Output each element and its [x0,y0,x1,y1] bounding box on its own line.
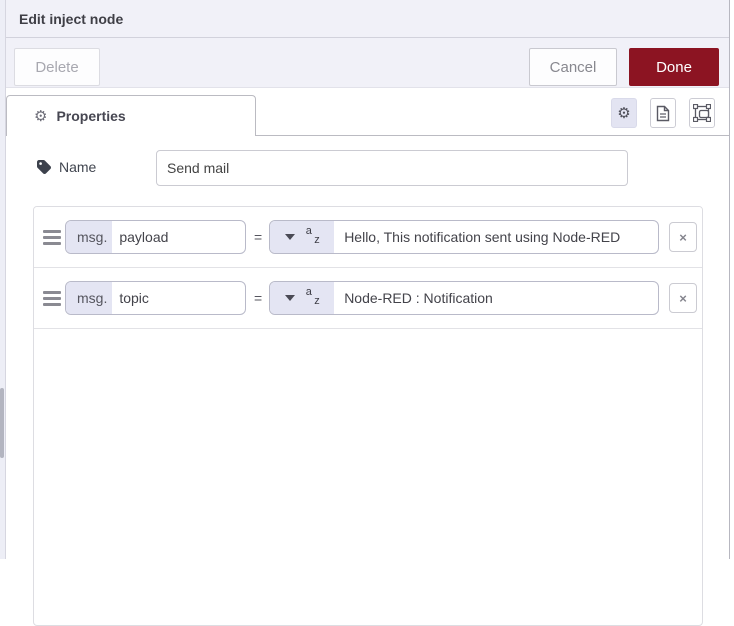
name-label: Name [59,159,97,175]
remove-row-button[interactable]: × [669,283,697,313]
done-button[interactable]: Done [629,48,719,86]
gear-icon: ⚙ [34,107,48,125]
properties-form: Name msg. = a z [6,136,729,626]
string-type-icon: a z [305,286,320,307]
property-typed-input[interactable]: msg. [65,281,246,315]
tag-icon [37,160,51,174]
editor-tabbar: ⚙ Properties ⚙ [6,88,729,136]
msg-prefix-label: msg. [66,221,113,253]
string-type-icon: a z [305,225,320,246]
drag-handle-icon[interactable] [43,290,61,306]
equals-sign: = [254,229,263,245]
tab-properties[interactable]: ⚙ Properties [6,95,256,136]
dialog-titlebar: Edit inject node [6,0,729,38]
drag-handle-icon[interactable] [43,229,61,245]
property-value-input[interactable] [334,282,659,314]
property-name-input[interactable] [112,221,245,253]
name-label-group: Name [36,159,96,175]
description-tab-button[interactable] [650,98,676,128]
remove-row-button[interactable]: × [669,222,697,252]
selection-frame-icon [693,104,711,122]
dialog-title: Edit inject node [19,10,124,27]
value-typed-input: a z [269,220,660,254]
page-scrollbar-thumb[interactable] [0,388,4,458]
equals-sign: = [254,290,263,306]
cancel-button[interactable]: Cancel [529,48,617,86]
delete-button[interactable]: Delete [14,48,100,86]
property-name-input[interactable] [112,282,245,314]
type-select-button[interactable]: a z [270,282,335,314]
document-icon [656,105,670,121]
dialog-button-bar: Delete Cancel Done [6,38,729,88]
properties-tab-button[interactable]: ⚙ [611,98,637,128]
message-properties-list: msg. = a z × [33,206,703,626]
name-row: Name [6,136,729,200]
list-item: msg. = a z × [34,268,702,329]
list-item: msg. = a z × [34,207,702,268]
value-typed-input: a z [269,281,660,315]
edit-node-dialog: Edit inject node Delete Cancel Done ⚙ Pr… [6,0,730,626]
property-typed-input[interactable]: msg. [65,220,246,254]
chevron-down-icon [284,234,295,240]
tab-properties-label: Properties [56,108,126,124]
chevron-down-icon [284,295,295,301]
property-value-input[interactable] [334,221,659,253]
name-input[interactable] [156,150,628,186]
msg-prefix-label: msg. [66,282,113,314]
gear-icon: ⚙ [617,104,631,122]
appearance-tab-button[interactable] [689,98,715,128]
type-select-button[interactable]: a z [270,221,335,253]
